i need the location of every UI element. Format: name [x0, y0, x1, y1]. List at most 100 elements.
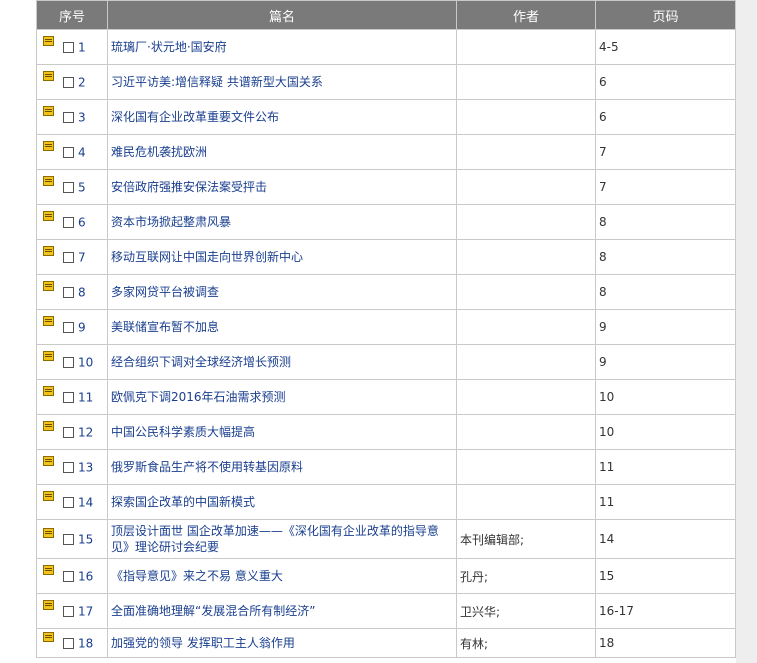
document-icon[interactable] — [43, 455, 54, 466]
table-row: 17 全面准确地理解“发展混合所有制经济” 卫兴华; 16-17 — [36, 593, 736, 629]
row-select-checkbox[interactable] — [63, 496, 74, 508]
document-icon[interactable] — [43, 350, 54, 361]
article-title-link[interactable]: 资本市场掀起整肃风暴 — [111, 215, 231, 229]
row-select-checkbox[interactable] — [63, 216, 74, 228]
article-title-link[interactable]: 安倍政府强推安保法案受抨击 — [111, 180, 267, 194]
row-title-cell: 习近平访美:增信释疑 共谱新型大国关系 — [107, 64, 457, 100]
article-title-link[interactable]: 移动互联网让中国走向世界创新中心 — [111, 250, 303, 264]
row-select-checkbox[interactable] — [63, 533, 74, 545]
row-pages: 6 — [595, 99, 736, 135]
article-title-link[interactable]: 《指导意见》来之不易 意义重大 — [111, 569, 283, 583]
article-title-link[interactable]: 经合组织下调对全球经济增长预测 — [111, 355, 291, 369]
article-title-link[interactable]: 琉璃厂·状元地·国安府 — [111, 40, 227, 54]
row-author — [456, 309, 596, 345]
row-select-checkbox[interactable] — [63, 605, 74, 617]
row-select-checkbox[interactable] — [63, 251, 74, 263]
row-title-cell: 深化国有企业改革重要文件公布 — [107, 99, 457, 135]
row-select-checkbox[interactable] — [63, 391, 74, 403]
row-index: 17 — [78, 604, 94, 619]
row-pages: 6 — [595, 64, 736, 100]
row-index: 7 — [78, 250, 86, 265]
article-title-link[interactable]: 俄罗斯食品生产将不使用转基因原料 — [111, 460, 303, 474]
row-pages: 15 — [595, 558, 736, 594]
row-index: 16 — [78, 569, 94, 584]
table-row: 5 安倍政府强推安保法案受抨击 7 — [36, 169, 736, 205]
document-icon[interactable] — [43, 385, 54, 396]
article-title-link[interactable]: 欧佩克下调2016年石油需求预测 — [111, 390, 286, 404]
row-index-cell: 5 — [36, 169, 108, 205]
row-select-checkbox[interactable] — [63, 181, 74, 193]
document-icon[interactable] — [43, 527, 54, 538]
row-author: 本刊编辑部; — [456, 519, 596, 559]
document-icon[interactable] — [43, 490, 54, 501]
row-index-cell: 10 — [36, 344, 108, 380]
row-title-cell: 资本市场掀起整肃风暴 — [107, 204, 457, 240]
row-index-cell: 13 — [36, 449, 108, 485]
row-author — [456, 134, 596, 170]
document-icon[interactable] — [43, 140, 54, 151]
article-title-link[interactable]: 多家网贷平台被调查 — [111, 285, 219, 299]
article-title-link[interactable]: 中国公民科学素质大幅提高 — [111, 425, 255, 439]
row-index: 3 — [78, 110, 86, 125]
row-index: 1 — [78, 40, 86, 55]
row-pages: 14 — [595, 519, 736, 559]
document-icon[interactable] — [43, 210, 54, 221]
row-select-checkbox[interactable] — [63, 637, 74, 649]
row-index: 6 — [78, 215, 86, 230]
row-title-cell: 琉璃厂·状元地·国安府 — [107, 29, 457, 65]
article-title-link[interactable]: 加强党的领导 发挥职工主人翁作用 — [111, 636, 295, 650]
document-icon[interactable] — [43, 35, 54, 46]
row-select-checkbox[interactable] — [63, 321, 74, 333]
row-pages: 8 — [595, 274, 736, 310]
table-row: 4 难民危机袭扰欧洲 7 — [36, 134, 736, 170]
document-icon[interactable] — [43, 280, 54, 291]
row-index-cell: 18 — [36, 628, 108, 658]
row-index-cell: 7 — [36, 239, 108, 275]
article-title-link[interactable]: 顶层设计面世 国企改革加速——《深化国有企业改革的指导意见》理论研讨会纪要 — [111, 524, 439, 554]
row-pages: 7 — [595, 169, 736, 205]
document-icon[interactable] — [43, 564, 54, 575]
row-select-checkbox[interactable] — [63, 461, 74, 473]
document-icon[interactable] — [43, 245, 54, 256]
table-row: 3 深化国有企业改革重要文件公布 6 — [36, 99, 736, 135]
row-select-checkbox[interactable] — [63, 286, 74, 298]
row-index-cell: 1 — [36, 29, 108, 65]
table-row: 8 多家网贷平台被调查 8 — [36, 274, 736, 310]
row-select-checkbox[interactable] — [63, 356, 74, 368]
article-title-link[interactable]: 习近平访美:增信释疑 共谱新型大国关系 — [111, 75, 323, 89]
document-icon[interactable] — [43, 631, 54, 642]
table-row: 11 欧佩克下调2016年石油需求预测 10 — [36, 379, 736, 415]
row-author — [456, 449, 596, 485]
article-title-link[interactable]: 探索国企改革的中国新模式 — [111, 495, 255, 509]
row-title-cell: 难民危机袭扰欧洲 — [107, 134, 457, 170]
row-select-checkbox[interactable] — [63, 111, 74, 123]
table-row: 18 加强党的领导 发挥职工主人翁作用 有林; 18 — [36, 628, 736, 658]
row-title-cell: 俄罗斯食品生产将不使用转基因原料 — [107, 449, 457, 485]
row-pages: 11 — [595, 484, 736, 520]
row-author — [456, 64, 596, 100]
article-title-link[interactable]: 美联储宣布暂不加息 — [111, 320, 219, 334]
document-icon[interactable] — [43, 315, 54, 326]
document-icon[interactable] — [43, 420, 54, 431]
article-title-link[interactable]: 全面准确地理解“发展混合所有制经济” — [111, 604, 315, 618]
row-title-cell: 移动互联网让中国走向世界创新中心 — [107, 239, 457, 275]
row-select-checkbox[interactable] — [63, 146, 74, 158]
article-title-link[interactable]: 深化国有企业改革重要文件公布 — [111, 110, 279, 124]
row-title-cell: 加强党的领导 发挥职工主人翁作用 — [107, 628, 457, 658]
row-index: 18 — [78, 636, 94, 651]
row-pages: 9 — [595, 344, 736, 380]
row-select-checkbox[interactable] — [63, 41, 74, 53]
row-select-checkbox[interactable] — [63, 426, 74, 438]
row-select-checkbox[interactable] — [63, 76, 74, 88]
document-icon[interactable] — [43, 175, 54, 186]
article-title-link[interactable]: 难民危机袭扰欧洲 — [111, 145, 207, 159]
document-icon[interactable] — [43, 599, 54, 610]
row-select-checkbox[interactable] — [63, 570, 74, 582]
row-index-cell: 16 — [36, 558, 108, 594]
table-row: 13 俄罗斯食品生产将不使用转基因原料 11 — [36, 449, 736, 485]
document-icon[interactable] — [43, 105, 54, 116]
row-index: 4 — [78, 145, 86, 160]
document-icon[interactable] — [43, 70, 54, 81]
row-pages: 4-5 — [595, 29, 736, 65]
row-pages: 8 — [595, 204, 736, 240]
